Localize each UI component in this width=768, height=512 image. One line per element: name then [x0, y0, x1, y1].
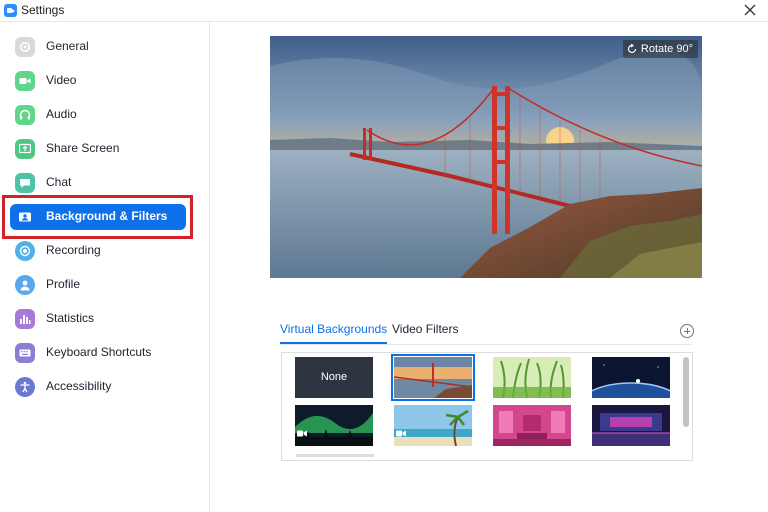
zoom-app-icon: [4, 4, 17, 17]
background-golden-gate-thumbnail[interactable]: [391, 354, 475, 401]
close-button[interactable]: [742, 2, 758, 18]
keyboard-icon: [15, 343, 35, 363]
tab-virtual-backgrounds[interactable]: Virtual Backgrounds: [280, 322, 388, 344]
sidebar-item-profile[interactable]: Profile: [0, 268, 210, 302]
background-beach-thumbnail[interactable]: [394, 405, 472, 446]
rotate-icon: [627, 44, 636, 54]
settings-sidebar: General Video Audio Share Screen Chat Ba…: [0, 22, 210, 512]
share-screen-icon: [15, 139, 35, 159]
sidebar-item-label: Recording: [46, 243, 101, 257]
thumbnail-label: None: [320, 371, 348, 383]
virtual-background-grid: None: [281, 352, 693, 461]
background-grass-thumbnail[interactable]: [493, 357, 571, 398]
background-stage-thumbnail[interactable]: [592, 405, 670, 446]
thumbnail-image: [592, 405, 670, 446]
headphones-icon: [15, 105, 35, 125]
sidebar-item-label: Profile: [46, 277, 81, 291]
tab-divider: [280, 344, 692, 345]
thumbnail-image: [493, 357, 571, 398]
sidebar-item-label: Statistics: [46, 311, 95, 325]
window-title: Settings: [21, 3, 65, 17]
sidebar-item-statistics[interactable]: Statistics: [0, 302, 210, 336]
background-none-thumbnail[interactable]: None: [295, 357, 373, 398]
title-bar: Settings: [0, 0, 768, 22]
sidebar-item-label: Share Screen: [46, 141, 120, 155]
add-background-button[interactable]: [680, 324, 694, 338]
close-icon: [744, 4, 756, 16]
rotate-label: Rotate 90°: [640, 43, 693, 55]
video-camera-icon: [15, 71, 35, 91]
sidebar-item-label: Chat: [46, 175, 72, 189]
thumbnail-image: [394, 357, 472, 398]
golden-gate-bridge-image: [270, 36, 702, 278]
person-icon: [15, 275, 35, 295]
sidebar-item-recording[interactable]: Recording: [0, 234, 210, 268]
sidebar-item-label: Background & Filters: [46, 209, 168, 223]
sidebar-item-audio[interactable]: Audio: [0, 98, 210, 132]
thumbnail-image: [592, 357, 670, 398]
video-camera-icon: [396, 424, 406, 442]
sidebar-item-label: Accessibility: [46, 379, 112, 393]
rotate-button[interactable]: Rotate 90°: [622, 40, 698, 58]
sidebar-item-label: Audio: [46, 107, 77, 121]
sidebar-item-video[interactable]: Video: [0, 64, 210, 98]
sidebar-item-label: Keyboard Shortcuts: [46, 345, 152, 359]
record-icon: [15, 241, 35, 261]
video-camera-icon: [297, 424, 307, 442]
background-earth-space-thumbnail[interactable]: [592, 357, 670, 398]
sidebar-item-keyboard-shortcuts[interactable]: Keyboard Shortcuts: [0, 336, 210, 370]
sidebar-item-accessibility[interactable]: Accessibility: [0, 370, 210, 404]
person-card-icon: [15, 207, 35, 227]
accessibility-icon: [15, 377, 35, 397]
sidebar-item-label: Video: [46, 73, 77, 87]
sidebar-item-general[interactable]: General: [0, 30, 210, 64]
sidebar-item-label: General: [46, 39, 89, 53]
thumbnail-image: [493, 405, 571, 446]
bar-chart-icon: [15, 309, 35, 329]
background-pink-room-thumbnail[interactable]: [493, 405, 571, 446]
vertical-scrollbar[interactable]: [683, 357, 689, 427]
chat-bubble-icon: [15, 173, 35, 193]
video-preview: Rotate 90°: [270, 36, 702, 278]
partial-thumbnail-row: [296, 454, 374, 457]
tab-video-filters[interactable]: Video Filters: [392, 322, 458, 344]
sidebar-item-share-screen[interactable]: Share Screen: [0, 132, 210, 166]
gear-icon: [15, 37, 35, 57]
background-aurora-thumbnail[interactable]: [295, 405, 373, 446]
